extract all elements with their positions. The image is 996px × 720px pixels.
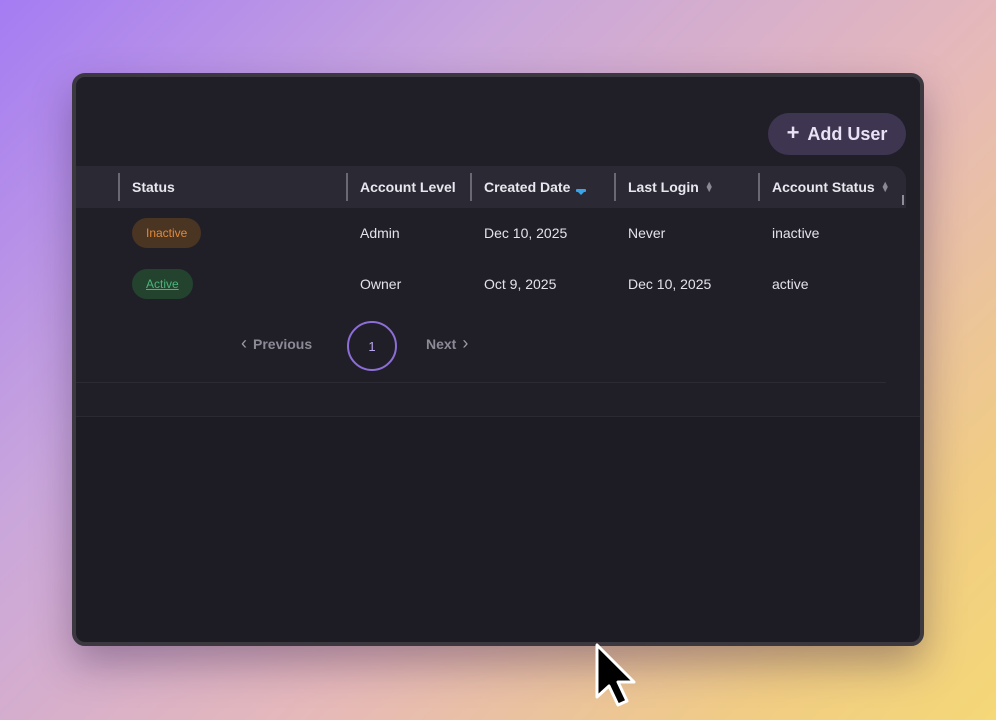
add-user-button[interactable]: + Add User xyxy=(768,113,906,155)
header-scroll-edge xyxy=(902,195,904,205)
divider xyxy=(76,382,886,383)
column-header-status[interactable]: Status xyxy=(118,166,348,208)
status-badge: Active xyxy=(132,269,193,299)
last-login-cell: Never xyxy=(628,225,666,241)
column-divider xyxy=(118,173,120,201)
column-divider xyxy=(470,173,472,201)
column-header-account-level[interactable]: Account Level xyxy=(346,166,472,208)
table-header: Status Account Level Created Date Last L… xyxy=(76,166,906,208)
column-header-account-status[interactable]: Account Status ▲ ▼ xyxy=(758,166,906,208)
account-level-cell: Admin xyxy=(360,225,400,241)
table-row[interactable]: Active Owner Oct 9, 2025 Dec 10, 2025 ac… xyxy=(76,259,906,309)
users-table-card: + Add User Status Account Level Created … xyxy=(76,77,920,417)
next-page-button[interactable]: Next › xyxy=(426,333,468,354)
column-header-last-login[interactable]: Last Login ▲ ▼ xyxy=(614,166,760,208)
pagination: ‹ Previous 1 Next › xyxy=(76,320,906,372)
app-window: + Add User Status Account Level Created … xyxy=(72,73,924,646)
account-status-cell: active xyxy=(772,276,809,292)
column-divider xyxy=(758,173,760,201)
table-row[interactable]: Inactive Admin Dec 10, 2025 Never inacti… xyxy=(76,208,906,258)
account-status-cell: inactive xyxy=(772,225,820,241)
status-badge: Inactive xyxy=(132,218,202,248)
sort-descending-icon xyxy=(576,188,587,195)
previous-label: Previous xyxy=(253,335,313,352)
column-header-created-date[interactable]: Created Date xyxy=(470,166,616,208)
status-cell: Active xyxy=(120,259,348,309)
created-date-cell: Oct 9, 2025 xyxy=(484,276,557,292)
previous-page-button[interactable]: ‹ Previous xyxy=(241,333,312,354)
sort-icon: ▲ ▼ xyxy=(880,179,890,194)
column-divider xyxy=(614,173,616,201)
chevron-right-icon: › xyxy=(462,333,469,353)
status-cell: Inactive xyxy=(120,208,348,258)
last-login-cell: Dec 10, 2025 xyxy=(628,276,712,292)
page-number-button[interactable]: 1 xyxy=(347,321,397,371)
account-level-cell: Owner xyxy=(360,276,402,292)
sort-icon: ▲ ▼ xyxy=(704,179,714,194)
next-label: Next xyxy=(426,335,457,352)
created-date-cell: Dec 10, 2025 xyxy=(484,225,568,241)
column-divider xyxy=(346,173,348,201)
chevron-left-icon: ‹ xyxy=(241,333,247,353)
add-user-label: Add User xyxy=(807,123,888,144)
plus-icon: + xyxy=(786,120,800,145)
mouse-cursor-icon xyxy=(595,643,636,707)
